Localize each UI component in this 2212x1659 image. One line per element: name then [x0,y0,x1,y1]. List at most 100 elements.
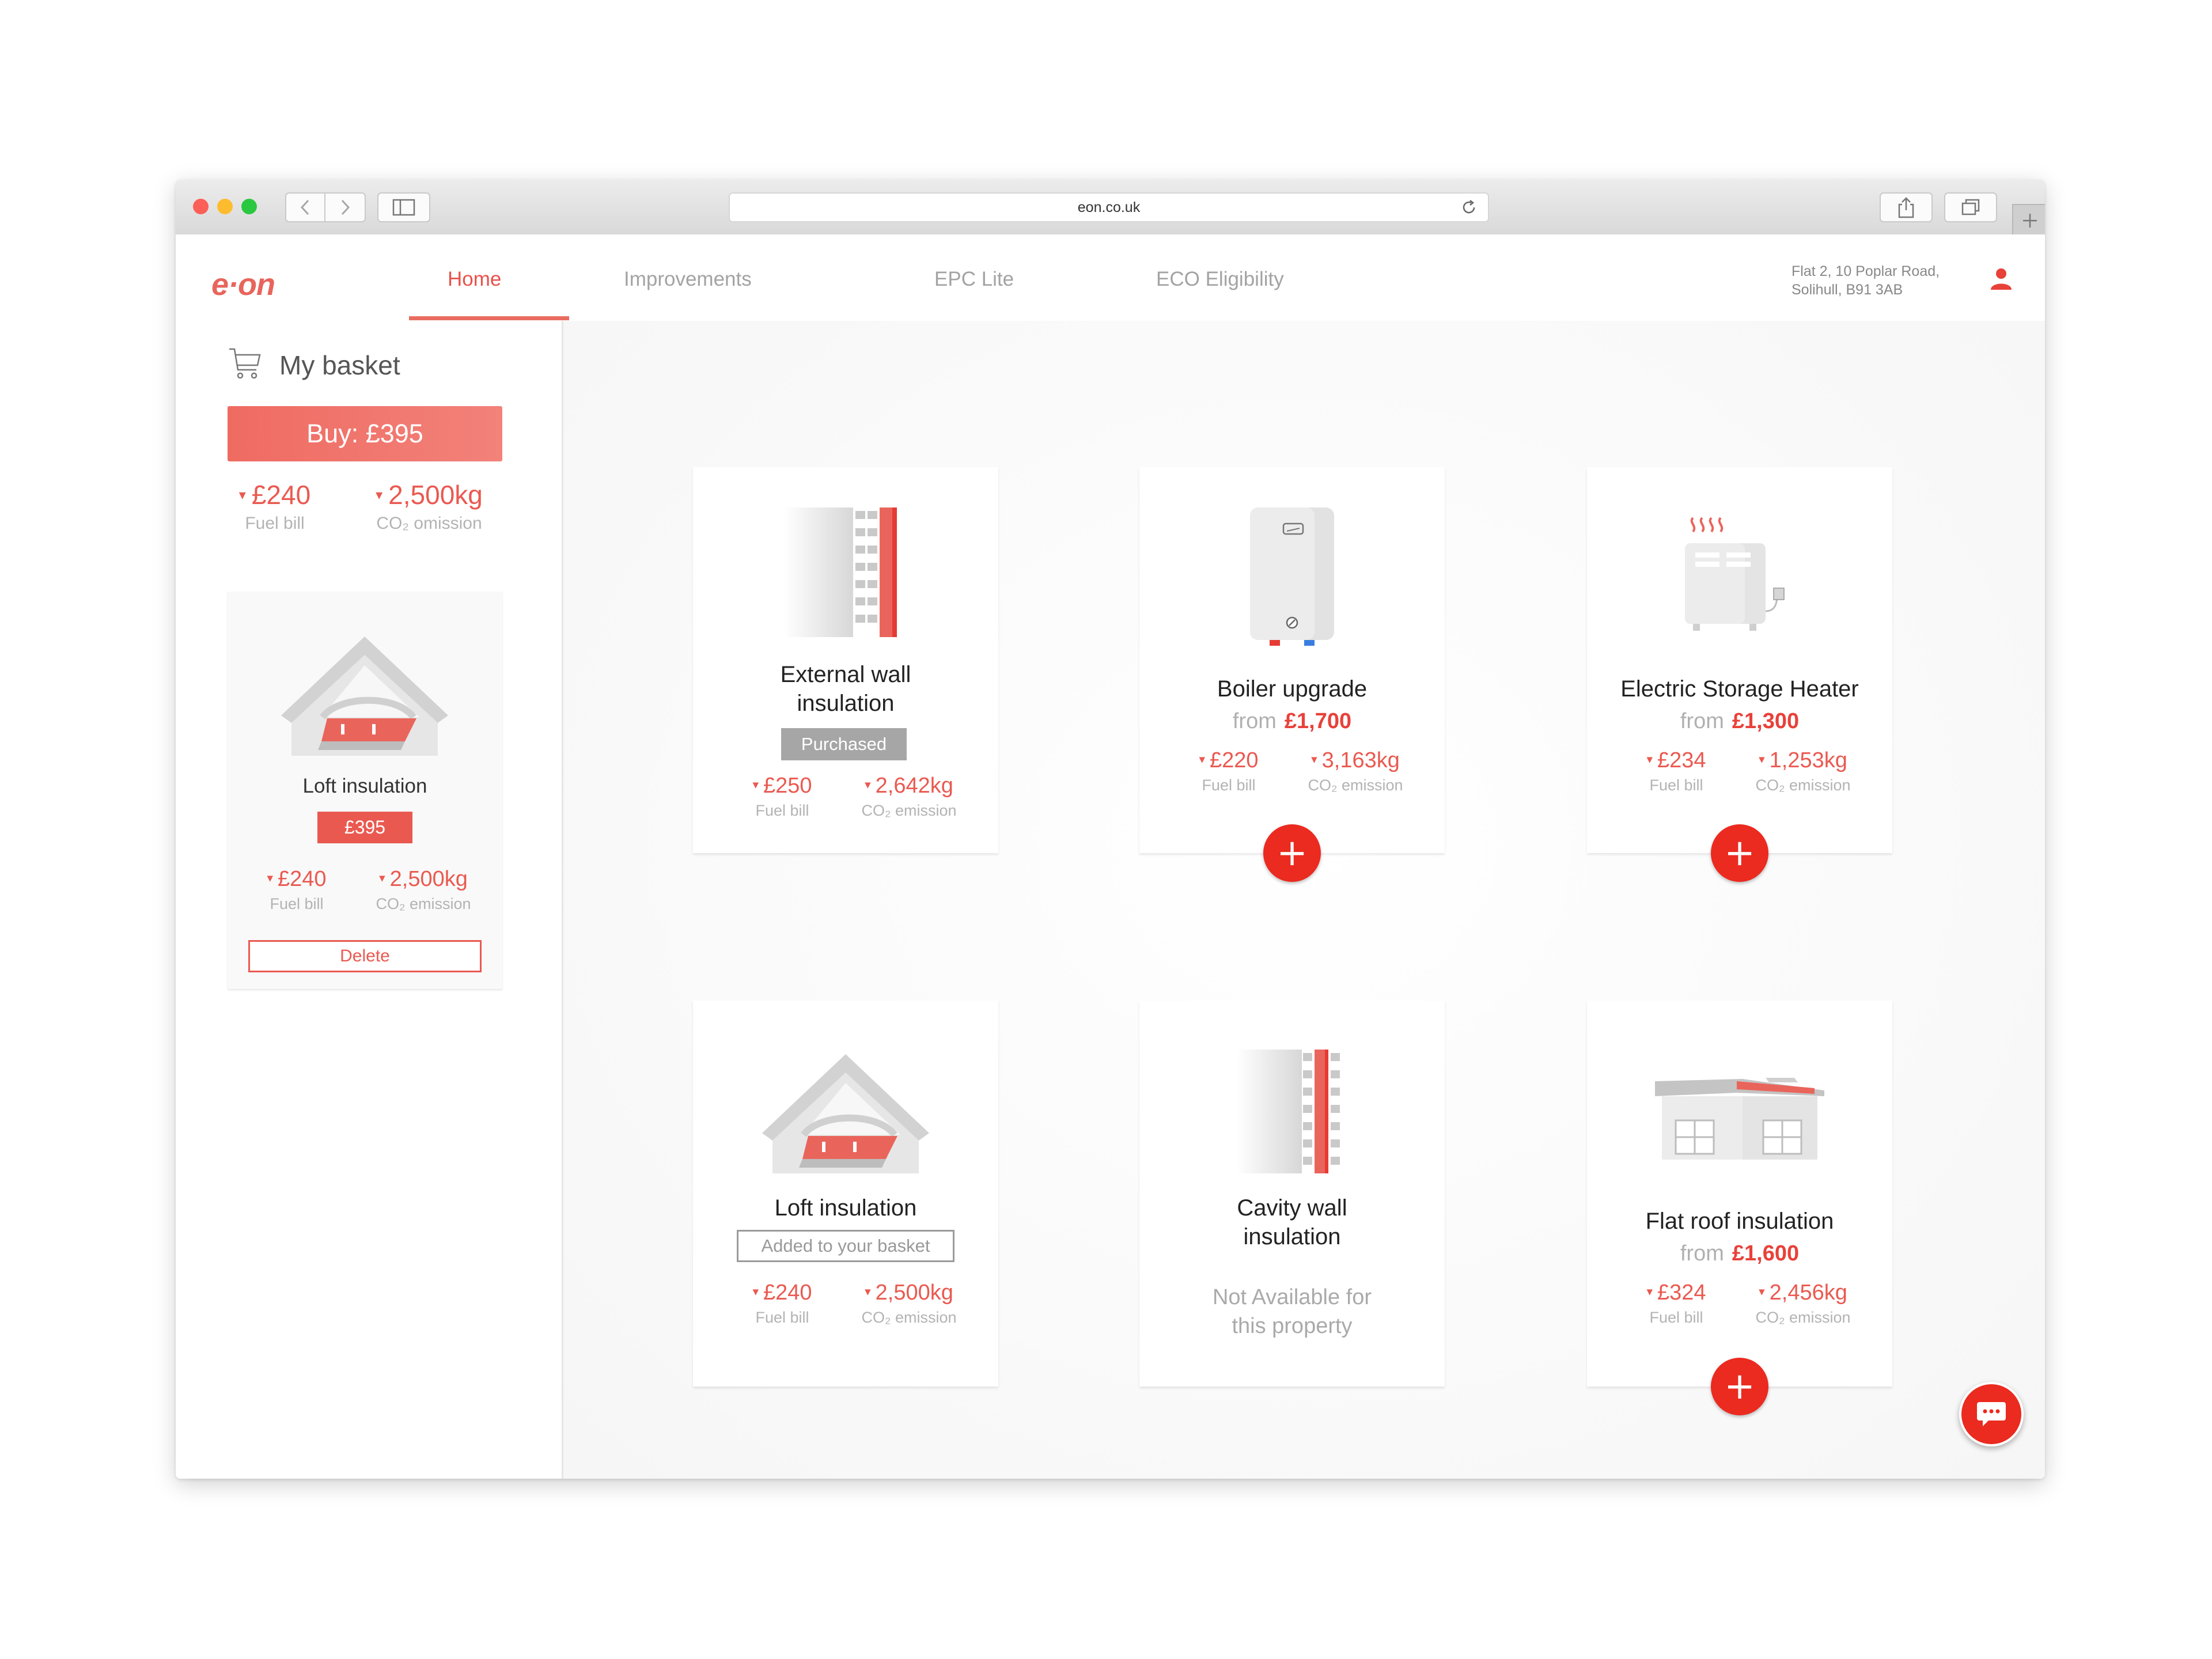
sidebar-icon [392,199,415,216]
co2-saving-label: CO₂ emission [1308,777,1403,794]
delete-button[interactable]: Delete [248,940,482,972]
basket-item-title: Loft insulation [302,775,427,797]
card-boiler-upgrade: Boiler upgrade from £1,700 ▾ £220 Fuel bil… [1139,467,1445,853]
address-line-2: Solihull, B91 3AB [1791,282,1903,298]
tab-improvements[interactable]: Improvements [624,268,752,291]
property-address: Flat 2, 10 Poplar Road, Solihull, B91 3A… [1791,262,1940,299]
fuel-saving-label: Fuel bill [270,895,324,912]
add-flat-roof-insulation-button[interactable]: + [1711,1358,1768,1415]
tab-eco-eligibility[interactable]: ECO Eligibility [1156,268,1284,291]
basket-item-price: £395 [317,812,412,843]
card-title: Loft insulation [774,1195,917,1221]
co2-saving-value: 2,642kg [875,774,953,798]
metric-value: ▾ £220 [1174,748,1283,773]
from-label: from [1232,709,1277,733]
co2-saving-value: 2,456kg [1769,1281,1847,1305]
metric-value: ▾ £240 [728,1281,837,1305]
co2-saving-value: 1,253kg [1769,748,1847,772]
metric-value: ▾ 2,500kg [351,479,507,510]
improvements-grid: External wall insulation Purchased ▾ £250… [563,321,2045,1479]
down-triangle-icon: ▾ [1311,753,1317,766]
external-wall-icon [784,507,897,637]
co2-saving-label: CO₂ omission [376,514,482,533]
metric-value: ▾ 2,500kg [357,867,490,892]
fuel-saving-label: Fuel bill [1649,1309,1703,1326]
down-triangle-icon: ▾ [376,487,383,503]
plus-icon [2022,213,2037,228]
co2-saving-value: 2,500kg [388,480,483,510]
fuel-saving-label: Fuel bill [1649,777,1703,794]
forward-button[interactable] [325,192,366,222]
card-electric-storage-heater: Electric Storage Heater from £1,300 ▾ £234… [1587,467,1892,853]
share-icon [1898,197,1914,218]
address-line-1: Flat 2, 10 Poplar Road, [1791,263,1940,279]
metric-value: ▾ £234 [1622,748,1731,773]
down-triangle-icon: ▾ [1646,1285,1653,1298]
down-triangle-icon: ▾ [1646,753,1653,766]
tabs-overview-button[interactable] [1944,192,1997,222]
down-triangle-icon: ▾ [379,872,385,885]
card-title: Cavity wall insulation [1139,1194,1445,1251]
boiler-icon [1250,507,1334,646]
add-electric-storage-heater-button[interactable]: + [1711,824,1768,882]
price-value: £1,300 [1732,709,1800,733]
card-external-wall-insulation: External wall insulation Purchased ▾ £250… [693,467,998,853]
co2-saving-label: CO₂ emission [861,802,957,819]
fuel-saving-value: £240 [278,867,327,891]
metric-value: ▾ 2,642kg [840,774,978,798]
add-boiler-upgrade-button[interactable]: + [1263,824,1321,882]
share-button[interactable] [1880,192,1933,222]
basket-title: My basket [279,350,400,380]
eon-logo[interactable]: e·on [211,267,275,302]
fuel-metric: ▾ £240 Fuel bill [728,1281,837,1327]
metric-value: ▾ £240 [245,867,349,892]
price-value: £1,600 [1732,1241,1800,1266]
co2-saving-label: CO₂ emission [1755,777,1851,794]
metric-value: ▾ £240 [223,479,327,510]
app-header: e·on Home Improvements EPC Lite ECO Elig… [176,234,2045,322]
card-title-line-2: insulation [1243,1224,1341,1249]
new-tab-button[interactable] [2012,204,2045,236]
co2-metric: ▾ 2,456kg CO₂ emission [1734,1281,1872,1327]
loft-insulation-icon [762,1054,929,1173]
card-title-line-1: External wall [780,662,911,687]
sidebar-toggle-button[interactable] [377,192,430,222]
fuel-saving-label: Fuel bill [755,1309,809,1326]
down-triangle-icon: ▾ [1759,1285,1765,1298]
co2-saving-value: 2,500kg [389,867,468,891]
buy-button[interactable]: Buy: £395 [228,406,502,461]
metric-value: ▾ 2,456kg [1734,1281,1872,1305]
tab-epc-lite[interactable]: EPC Lite [934,268,1014,291]
browser-window: eon.co.uk e·on Home Improvements EPC Lit… [176,180,2045,1479]
fuel-metric: ▾ £234 Fuel bill [1622,748,1731,794]
zoom-window-button[interactable] [241,199,257,214]
reload-icon[interactable] [1460,199,1478,216]
basket-item-card: Loft insulation £395 ▾ £240 Fuel bill ▾ 2,… [228,592,502,989]
card-title: External wall insulation [693,660,998,718]
chat-button[interactable] [1959,1382,2024,1446]
card-title: Electric Storage Heater [1620,676,1859,702]
metric-value: ▾ 1,253kg [1734,748,1872,773]
tabs-icon [1961,199,1980,215]
basket-item-fuel-metric: ▾ £240 Fuel bill [245,867,349,913]
down-triangle-icon: ▾ [1759,753,1765,766]
address-bar[interactable]: eon.co.uk [729,192,1489,222]
chevron-left-icon [300,199,309,215]
shopping-cart-icon [229,348,261,379]
user-icon[interactable] [1989,267,2013,291]
not-available-line-1: Not Available for [1212,1285,1372,1309]
co2-saving-value: 3,163kg [1321,748,1400,772]
price-line: from £1,700 [1139,709,1445,734]
close-window-button[interactable] [193,199,209,214]
back-button[interactable] [285,192,325,222]
minimize-window-button[interactable] [217,199,233,214]
browser-toolbar: eon.co.uk [176,180,2045,236]
fuel-metric: ▾ £250 Fuel bill [728,774,837,820]
fuel-saving-value: £220 [1210,748,1259,772]
down-triangle-icon: ▾ [238,487,246,503]
tab-home[interactable]: Home [448,268,501,291]
card-flat-roof-insulation: Flat roof insulation from £1,600 ▾ £324 Fu… [1587,1001,1892,1387]
basket-fuel-metric: ▾ £240 Fuel bill [223,479,327,533]
metric-value: ▾ 2,500kg [840,1281,978,1305]
fuel-saving-label: Fuel bill [245,514,305,533]
